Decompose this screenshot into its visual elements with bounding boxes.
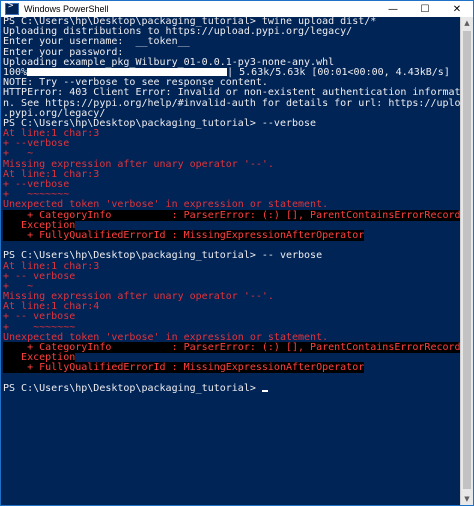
window-controls: — ☐ ✕ (377, 1, 473, 17)
console-line: + FullyQualifiedErrorId : MissingExpress… (3, 229, 461, 241)
error-detail-text: + CategoryInfo : ParserError: (:) [], Pa… (3, 209, 461, 221)
error-detail-text: + FullyQualifiedErrorId : MissingExpress… (3, 362, 365, 374)
console-line: PS C:\Users\hp\Desktop\packaging_tutoria… (3, 250, 323, 262)
console-line: At line:1 char:3 (3, 128, 100, 140)
console-line: + --verbose (3, 179, 70, 190)
maximize-icon: ☐ (420, 3, 430, 15)
minimize-button[interactable]: — (377, 1, 409, 17)
scroll-up-icon[interactable]: ▲ (461, 17, 473, 29)
window-title: Windows PowerShell (24, 4, 109, 14)
console-line: At line:1 char:3 (3, 168, 100, 180)
progress-bar (27, 67, 228, 76)
console-line: + --verbose (3, 138, 70, 150)
close-icon: ✕ (452, 3, 462, 15)
error-detail-text: + FullyQualifiedErrorId : MissingExpress… (3, 229, 365, 241)
console-line: + FullyQualifiedErrorId : MissingExpress… (3, 362, 461, 374)
text-cursor (261, 389, 268, 392)
prompt-text: PS C:\Users\hp\Desktop\packaging_tutoria… (3, 382, 262, 394)
minimize-icon: — (388, 3, 398, 15)
console-line: + -- verbose (3, 270, 76, 282)
powershell-icon (5, 1, 19, 15)
title-bar[interactable]: Windows PowerShell — ☐ ✕ (1, 1, 473, 17)
vertical-scrollbar[interactable]: ▲ ▼ (460, 17, 473, 505)
console-output[interactable]: PS C:\Users\hp\Desktop\packaging_tutoria… (1, 16, 473, 505)
close-button[interactable]: ✕ (441, 1, 473, 17)
console-line: PS C:\Users\hp\Desktop\packaging_tutoria… (3, 382, 461, 394)
maximize-button[interactable]: ☐ (409, 1, 441, 17)
powershell-window: Windows PowerShell — ☐ ✕ PS C:\Users\hp\… (0, 0, 474, 506)
scroll-down-icon[interactable]: ▼ (461, 493, 473, 505)
console-line: HTTPError: 403 Client Error: Invalid or … (3, 87, 473, 99)
scroll-thumb[interactable] (463, 31, 471, 489)
